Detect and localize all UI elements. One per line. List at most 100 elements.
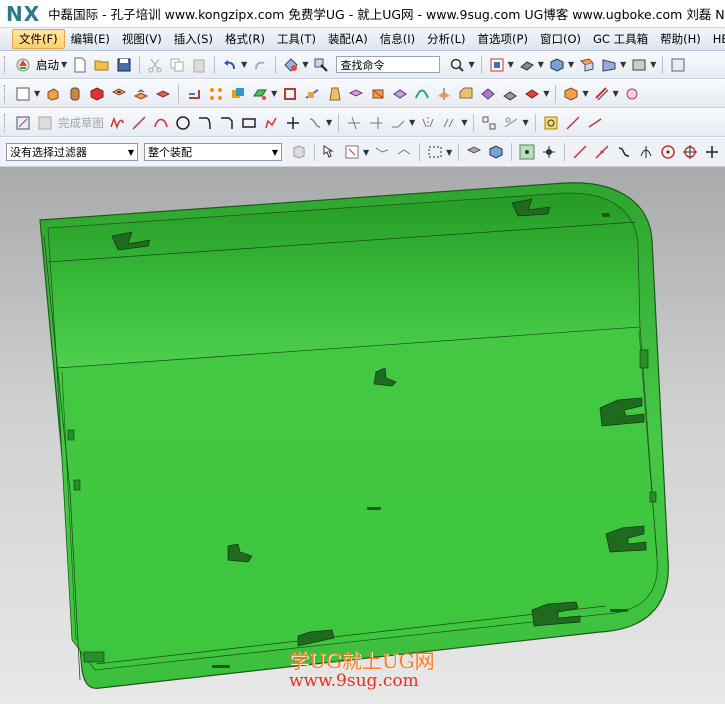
orient-view-icon[interactable] bbox=[548, 56, 566, 74]
orient-dropdown-icon[interactable]: ▼ bbox=[568, 60, 574, 69]
perspective-icon[interactable] bbox=[600, 56, 618, 74]
menu-hb[interactable]: HB_M bbox=[707, 31, 725, 47]
pocket-icon[interactable] bbox=[154, 85, 172, 103]
point-icon[interactable] bbox=[284, 114, 302, 132]
select-body-icon[interactable] bbox=[465, 143, 483, 161]
rectangle-icon[interactable] bbox=[240, 114, 258, 132]
mid-point-snap-icon[interactable] bbox=[593, 143, 611, 161]
diagonal-line-icon[interactable] bbox=[586, 114, 604, 132]
control-point-snap-icon[interactable] bbox=[615, 143, 633, 161]
start-label[interactable]: 启动 bbox=[36, 57, 59, 73]
intersection-snap-icon[interactable] bbox=[637, 143, 655, 161]
menu-assembly[interactable]: 装配(A) bbox=[322, 30, 374, 48]
constraint-icon[interactable] bbox=[480, 114, 498, 132]
extrude-icon[interactable] bbox=[44, 85, 62, 103]
arc-icon[interactable] bbox=[152, 114, 170, 132]
mirror-icon[interactable] bbox=[435, 85, 453, 103]
polygon-icon[interactable] bbox=[262, 114, 280, 132]
offset-curve-icon[interactable] bbox=[306, 114, 324, 132]
rendering-dropdown-icon[interactable]: ▼ bbox=[538, 60, 544, 69]
dimension-icon[interactable] bbox=[502, 114, 520, 132]
trim-body-icon[interactable] bbox=[303, 85, 321, 103]
chamfer-icon[interactable] bbox=[457, 85, 475, 103]
mirror-curve-icon[interactable] bbox=[419, 114, 437, 132]
toolbar-grip[interactable] bbox=[4, 55, 8, 74]
rendering-style-icon[interactable] bbox=[518, 56, 536, 74]
sketch-icon[interactable] bbox=[14, 85, 32, 103]
menu-tools[interactable]: 工具(T) bbox=[271, 30, 322, 48]
touch-mode-icon[interactable] bbox=[312, 56, 330, 74]
block-icon[interactable] bbox=[88, 85, 106, 103]
measure-dropdown-icon[interactable]: ▼ bbox=[613, 89, 619, 98]
hole-icon[interactable] bbox=[110, 85, 128, 103]
chamfer-sketch-icon[interactable] bbox=[218, 114, 236, 132]
thicken-icon[interactable] bbox=[369, 85, 387, 103]
datum-dropdown-icon[interactable]: ▼ bbox=[271, 89, 277, 98]
menu-file[interactable]: 文件(F) bbox=[12, 29, 65, 49]
profile-icon[interactable] bbox=[108, 114, 126, 132]
toolbar-grip[interactable] bbox=[4, 113, 8, 132]
revolve-icon[interactable] bbox=[66, 85, 84, 103]
end-point-snap-icon[interactable] bbox=[571, 143, 589, 161]
model-view[interactable] bbox=[0, 167, 725, 704]
type-filter-select[interactable]: 没有选择过滤器 ▼ bbox=[6, 143, 138, 161]
datum-plane-icon[interactable] bbox=[251, 85, 269, 103]
measure-icon[interactable] bbox=[593, 85, 611, 103]
line-icon[interactable] bbox=[130, 114, 148, 132]
menu-help[interactable]: 帮助(H) bbox=[654, 30, 707, 48]
circle-icon[interactable] bbox=[174, 114, 192, 132]
toolbar-grip[interactable] bbox=[4, 84, 8, 103]
pattern-icon[interactable] bbox=[207, 85, 225, 103]
feature-select-icon[interactable] bbox=[343, 143, 361, 161]
command-finder-input[interactable] bbox=[336, 56, 441, 73]
offset-face-icon[interactable] bbox=[347, 85, 365, 103]
edge-blend-icon[interactable] bbox=[185, 85, 203, 103]
fit-dropdown-icon[interactable]: ▼ bbox=[508, 60, 514, 69]
draft-icon[interactable] bbox=[325, 85, 343, 103]
end-point-icon[interactable] bbox=[564, 114, 582, 132]
perspective-dropdown-icon[interactable]: ▼ bbox=[620, 60, 626, 69]
select-component-icon[interactable] bbox=[487, 143, 505, 161]
check-geometry-icon[interactable] bbox=[623, 85, 641, 103]
dimension-dropdown-icon[interactable]: ▼ bbox=[522, 118, 528, 127]
move-face-icon[interactable] bbox=[501, 85, 519, 103]
snap-toggle-icon[interactable] bbox=[542, 114, 560, 132]
menu-format[interactable]: 格式(R) bbox=[219, 30, 271, 48]
menu-preferences[interactable]: 首选项(P) bbox=[472, 30, 534, 48]
sketch-task-icon[interactable] bbox=[14, 114, 32, 132]
fit-view-icon[interactable] bbox=[488, 56, 506, 74]
delete-face-icon[interactable] bbox=[523, 85, 541, 103]
sew-icon[interactable] bbox=[391, 85, 409, 103]
layer-icon[interactable] bbox=[669, 56, 687, 74]
assembly-dropdown-icon[interactable]: ▼ bbox=[582, 89, 588, 98]
swept-icon[interactable] bbox=[413, 85, 431, 103]
start-dropdown-icon[interactable]: ▼ bbox=[61, 60, 67, 69]
existing-point-snap-icon[interactable] bbox=[703, 143, 721, 161]
boss-icon[interactable] bbox=[132, 85, 150, 103]
rectangle-select-dropdown-icon[interactable]: ▼ bbox=[446, 148, 452, 157]
save-icon[interactable] bbox=[115, 56, 133, 74]
shell-icon[interactable] bbox=[281, 85, 299, 103]
open-folder-icon[interactable] bbox=[93, 56, 111, 74]
fillet-icon[interactable] bbox=[196, 114, 214, 132]
menu-gc-toolkit[interactable]: GC 工具箱 bbox=[587, 30, 654, 48]
selection-scope-select[interactable]: 整个装配 ▼ bbox=[144, 143, 282, 161]
replace-face-icon[interactable] bbox=[479, 85, 497, 103]
snap-settings-icon[interactable] bbox=[540, 143, 558, 161]
search-icon[interactable] bbox=[448, 56, 466, 74]
quadrant-snap-icon[interactable] bbox=[681, 143, 699, 161]
quick-trim-icon[interactable] bbox=[345, 114, 363, 132]
section-view-icon[interactable] bbox=[578, 56, 596, 74]
background-dropdown-icon[interactable]: ▼ bbox=[650, 60, 656, 69]
start-icon[interactable] bbox=[14, 56, 32, 74]
quick-extend-icon[interactable] bbox=[367, 114, 385, 132]
menu-window[interactable]: 窗口(O) bbox=[534, 30, 587, 48]
menu-analysis[interactable]: 分析(L) bbox=[421, 30, 471, 48]
new-file-icon[interactable] bbox=[71, 56, 89, 74]
make-corner-icon[interactable] bbox=[389, 114, 407, 132]
menu-edit[interactable]: 编辑(E) bbox=[65, 30, 116, 48]
menu-view[interactable]: 视图(V) bbox=[116, 30, 168, 48]
undo-dropdown-icon[interactable]: ▼ bbox=[241, 60, 247, 69]
repeat-command-icon[interactable] bbox=[282, 56, 300, 74]
repeat-dropdown-icon[interactable]: ▼ bbox=[302, 60, 308, 69]
